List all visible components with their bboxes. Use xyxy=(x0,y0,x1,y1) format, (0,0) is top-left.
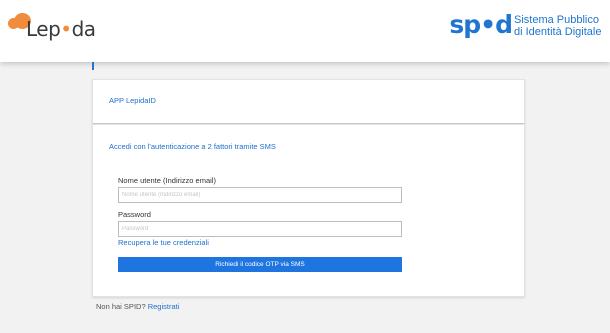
register-link[interactable]: Registrati xyxy=(148,302,180,311)
accent-bar xyxy=(92,62,94,70)
login-panel: Accedi con l'autenticazione a 2 fattori … xyxy=(92,124,525,297)
app-lepidaid-link[interactable]: APP LepidaID xyxy=(109,96,156,105)
spid-logo-subtitle: Sistema Pubblico di Identità Digitale xyxy=(514,14,602,38)
page-header: Lep•da sp•d Sistema Pubblico di Identità… xyxy=(0,0,610,62)
lepida-logo[interactable]: Lep•da xyxy=(8,13,98,49)
spid-subtitle-line2: di Identità Digitale xyxy=(514,26,602,38)
password-input[interactable] xyxy=(118,221,402,237)
password-label: Password xyxy=(118,210,151,219)
spid-logo-word: sp•d xyxy=(449,10,513,39)
recover-credentials-link[interactable]: Recupera le tue credenziali xyxy=(118,238,209,247)
register-question: Non hai SPID? xyxy=(96,302,146,311)
lepida-logo-text: Lep•da xyxy=(26,17,96,41)
username-label: Nome utente (Indirizzo email) xyxy=(118,176,216,185)
username-input[interactable] xyxy=(118,187,402,203)
spid-subtitle-line1: Sistema Pubblico xyxy=(514,14,599,26)
request-otp-button[interactable]: Richiedi il codice OTP via SMS xyxy=(118,257,402,272)
register-prompt: Non hai SPID? Registrati xyxy=(96,302,179,311)
two-factor-sms-link[interactable]: Accedi con l'autenticazione a 2 fattori … xyxy=(109,142,276,151)
app-panel: APP LepidaID xyxy=(92,79,525,124)
